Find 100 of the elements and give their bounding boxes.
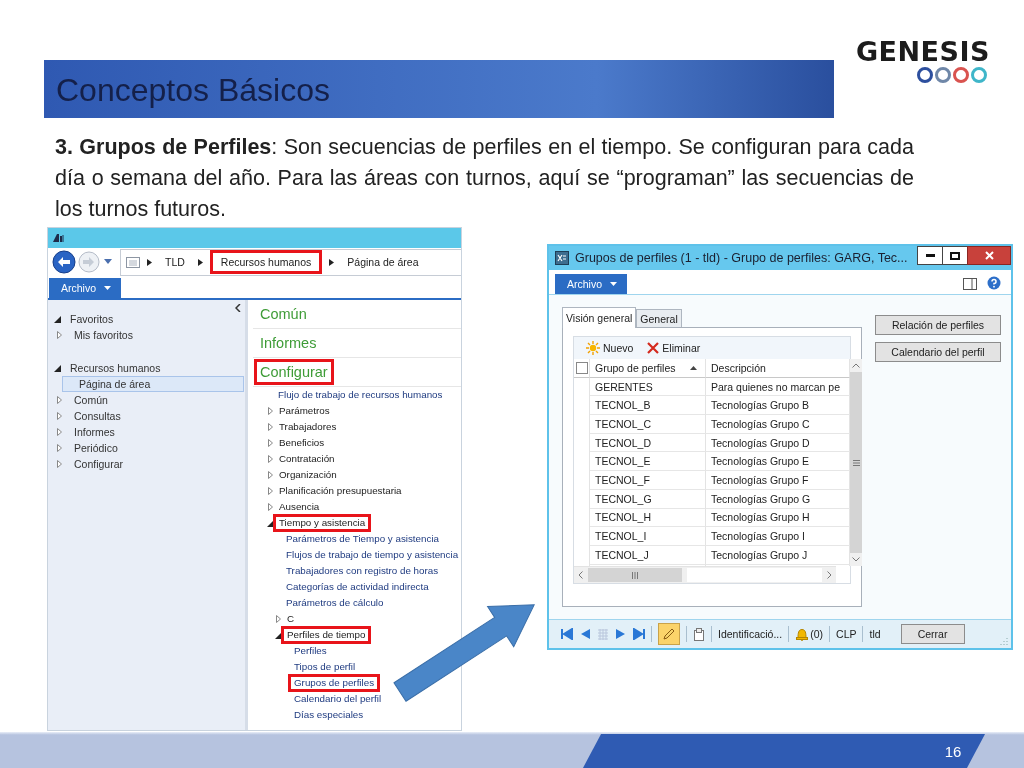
menu-item[interactable]: Contratación xyxy=(273,450,341,468)
breadcrumb-item[interactable]: Página de área xyxy=(341,251,425,273)
breadcrumb-item[interactable]: TLD xyxy=(159,251,191,273)
menu-item[interactable]: C xyxy=(281,610,301,628)
next-record-icon[interactable] xyxy=(615,628,627,640)
chevron-icon xyxy=(147,258,152,266)
action-button[interactable]: Relación de perfiles xyxy=(875,315,1001,335)
edit-mode-button[interactable] xyxy=(658,623,680,645)
nav-item[interactable]: Mis favoritos xyxy=(69,328,136,342)
link[interactable]: Tipos de perfil xyxy=(288,658,362,676)
menu-item[interactable]: Ausencia xyxy=(273,498,326,516)
link[interactable]: Flujo de trabajo de recursos humanos xyxy=(272,386,449,404)
grip-icon xyxy=(852,459,860,466)
table-cell: TECNOL_C xyxy=(590,415,706,434)
table-cell: TECNOL_D xyxy=(590,433,706,453)
column-header[interactable]: Grupo de perfiles xyxy=(590,359,706,378)
page-number: 16 xyxy=(945,742,962,760)
link[interactable]: Categorías de actividad indirecta xyxy=(280,578,435,596)
link[interactable]: Perfiles xyxy=(288,642,333,660)
caret-icon[interactable] xyxy=(104,259,112,265)
logo-wordmark: GENESIS xyxy=(855,38,990,66)
nav-item[interactable]: Favoritos xyxy=(67,312,117,326)
link[interactable]: Flujos de trabajo de tiempo y asistencia xyxy=(280,546,461,564)
table-cell: TECNOL_G xyxy=(590,489,706,509)
menu-item[interactable]: Trabajadores xyxy=(273,418,343,436)
status-text: Identificació... xyxy=(718,628,783,640)
resize-grip-icon xyxy=(1000,637,1008,645)
nav-item[interactable]: Configurar xyxy=(69,457,127,471)
delete-icon xyxy=(647,342,660,354)
table-cell: GERENTES xyxy=(590,377,706,397)
document-icon[interactable] xyxy=(693,627,705,641)
alert-count: (0) xyxy=(810,628,824,640)
action-button[interactable]: Calendario del perfil xyxy=(875,342,1001,362)
caret-icon xyxy=(610,282,617,286)
app-icon xyxy=(52,233,64,243)
file-menu-button[interactable]: Archivo xyxy=(555,274,627,294)
table-cell: TECNOL_J xyxy=(590,545,706,565)
link[interactable]: Grupos de perfiles xyxy=(288,674,381,692)
close-form-button[interactable]: Cerrar xyxy=(900,624,965,644)
table-cell: TECNOL_F xyxy=(590,471,706,490)
minimize-icon xyxy=(925,254,935,257)
chevron-icon xyxy=(329,258,335,266)
caret-icon xyxy=(104,286,111,290)
link[interactable]: Calendario del perfil xyxy=(288,690,388,708)
page-icon xyxy=(126,256,140,268)
menu-item[interactable]: Parámetros xyxy=(273,402,336,420)
breadcrumb-item[interactable]: Recursos humanos xyxy=(209,250,323,274)
link[interactable]: Parámetros de Tiempo y asistencia xyxy=(280,530,445,548)
maximize-icon xyxy=(950,251,960,260)
scroll-right-icon xyxy=(827,571,832,579)
section-heading[interactable]: Común xyxy=(254,301,313,327)
close-icon xyxy=(984,251,994,260)
horizontal-scrollbar[interactable] xyxy=(574,566,836,583)
pencil-icon xyxy=(662,627,676,641)
link[interactable]: Días especiales xyxy=(288,706,370,724)
first-record-icon[interactable] xyxy=(561,628,573,640)
file-menu-button[interactable]: Archivo xyxy=(49,278,121,298)
rings-icon xyxy=(916,66,988,84)
back-icon[interactable] xyxy=(52,250,76,274)
menu-item[interactable]: Beneficios xyxy=(273,434,331,452)
new-button[interactable]: Nuevo xyxy=(586,341,634,355)
panel-icon[interactable] xyxy=(963,278,977,290)
vertical-scrollbar[interactable] xyxy=(850,359,862,566)
nav-item[interactable]: Consultas xyxy=(69,409,124,423)
menu-item[interactable]: Tiempo y asistencia xyxy=(273,514,372,532)
body-paragraph: 3. Grupos de Perfiles: Son secuencias de perfiles en el tiempo. Se configuran para cada día o semana del año. Para las áreas con turnos, aquí se “programan” las secuencias de los turnos futuros. xyxy=(55,134,914,223)
menu-item[interactable]: Organización xyxy=(273,466,343,484)
menu-item[interactable]: Planificación presupuestaria xyxy=(273,482,408,500)
nav-item[interactable]: Página de área xyxy=(62,376,244,392)
help-icon[interactable] xyxy=(987,276,1001,290)
maximize-button[interactable] xyxy=(942,246,968,265)
close-button[interactable] xyxy=(967,246,1011,265)
collapse-icon[interactable] xyxy=(235,304,241,312)
nav-item[interactable]: Periódico xyxy=(69,441,121,455)
scroll-left-icon xyxy=(578,571,583,579)
section-heading[interactable]: Configurar xyxy=(254,359,334,385)
scroll-down-icon xyxy=(852,557,860,562)
scroll-up-icon xyxy=(852,363,860,368)
currency-label: CLP xyxy=(836,628,857,640)
nav-item[interactable]: Informes xyxy=(69,425,118,439)
last-record-icon[interactable] xyxy=(633,628,645,640)
company-label: tld xyxy=(869,628,881,640)
address-bar[interactable]: TLD Recursos humanos Página de área xyxy=(120,248,461,276)
chevron-icon xyxy=(197,258,203,266)
nav-item[interactable]: Recursos humanos xyxy=(67,361,164,375)
column-header[interactable]: Descripción xyxy=(706,359,850,378)
link[interactable]: Trabajadores con registro de horas xyxy=(280,562,445,580)
minimize-button[interactable] xyxy=(917,246,943,265)
window-title: Grupos de perfiles (1 - tld) - Grupo de perfiles: GARG, Tec... xyxy=(575,251,909,265)
menu-item[interactable]: Perfiles de tiempo xyxy=(281,626,372,644)
previous-record-icon[interactable] xyxy=(579,628,591,640)
table-cell: TECNOL_E xyxy=(590,452,706,472)
tab[interactable]: General xyxy=(636,309,682,327)
form-icon xyxy=(555,251,569,265)
select-all-checkbox[interactable] xyxy=(575,361,588,374)
delete-button[interactable]: Eliminar xyxy=(647,342,701,354)
table-cell: TECNOL_B xyxy=(590,396,706,416)
nav-item[interactable]: Común xyxy=(69,393,111,407)
link[interactable]: Parámetros de cálculo xyxy=(280,594,390,612)
tab[interactable]: Visión general xyxy=(562,307,637,328)
